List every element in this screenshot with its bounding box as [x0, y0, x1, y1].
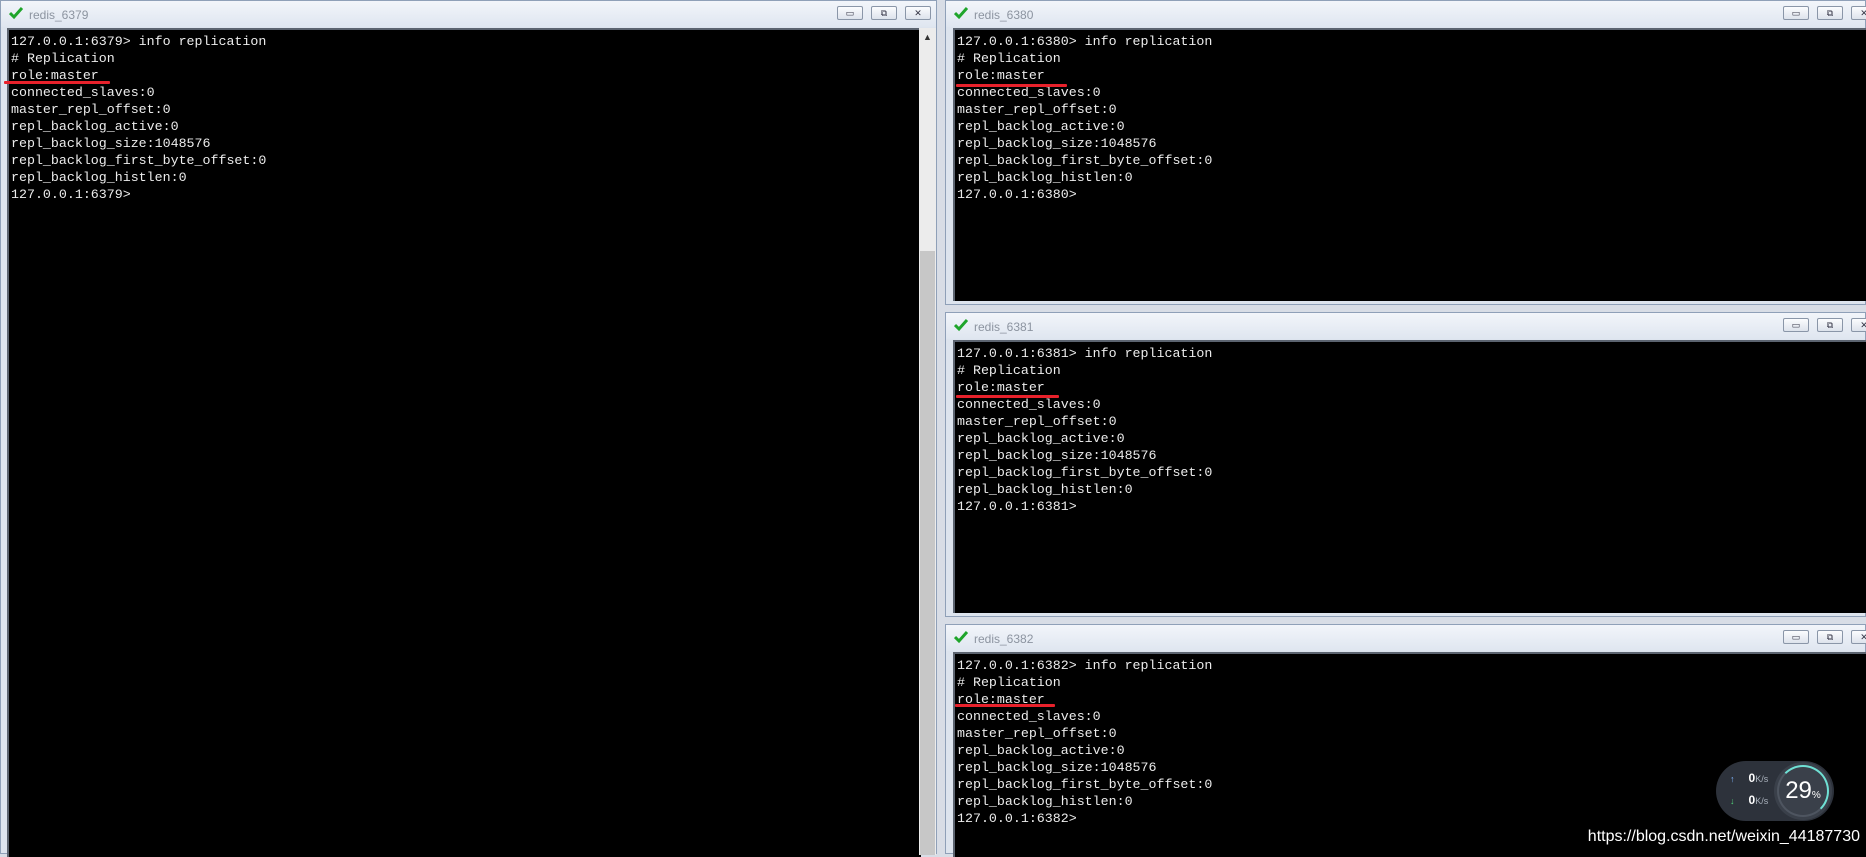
terminal-line: master_repl_offset:0 [11, 102, 171, 117]
window-titlebar[interactable]: redis_6380 ▭ ⧉ ✕ [946, 1, 1866, 27]
terminal-line: master_repl_offset:0 [957, 414, 1117, 429]
upload-arrow-icon: ↑ [1730, 774, 1735, 784]
scroll-up-arrow-icon[interactable]: ▲ [919, 28, 936, 46]
terminal-line: role:master [957, 68, 1045, 83]
download-unit: K/s [1755, 796, 1769, 806]
maximize-icon[interactable]: ⧉ [871, 6, 897, 20]
close-icon[interactable]: ✕ [1851, 318, 1866, 332]
terminal-line: 127.0.0.1:6379> info replication [11, 34, 267, 49]
red-underline-annotation [955, 704, 1055, 707]
terminal-line: repl_backlog_first_byte_offset:0 [957, 153, 1213, 168]
red-underline-annotation [956, 395, 1059, 398]
terminal-line: repl_backlog_histlen:0 [957, 482, 1133, 497]
terminal-line: connected_slaves:0 [957, 709, 1101, 724]
upload-speed: ↑ 0K/s [1730, 771, 1768, 785]
close-icon[interactable]: ✕ [1851, 630, 1866, 644]
maximize-icon[interactable]: ⧉ [1817, 6, 1843, 20]
minimize-icon[interactable]: ▭ [837, 6, 863, 20]
download-arrow-icon: ↓ [1730, 796, 1735, 806]
watermark-text: https://blog.csdn.net/weixin_44187730 [1587, 828, 1860, 845]
terminal-line: connected_slaves:0 [11, 85, 155, 100]
window-title: redis_6382 [974, 632, 1034, 646]
minimize-icon[interactable]: ▭ [1783, 318, 1809, 332]
terminal-line: repl_backlog_first_byte_offset:0 [11, 153, 267, 168]
terminal-output[interactable]: 127.0.0.1:6381> info replication # Repli… [953, 340, 1866, 613]
terminal-line: # Replication [957, 51, 1061, 66]
terminal-line: 127.0.0.1:6382> info replication [957, 658, 1213, 673]
green-check-icon [954, 7, 968, 20]
gauge-percent-unit: % [1811, 790, 1821, 801]
terminal-line: repl_backlog_histlen:0 [957, 170, 1133, 185]
terminal-line: 127.0.0.1:6380> [957, 187, 1077, 202]
window-titlebar[interactable]: redis_6381 ▭ ⧉ ✕ [946, 313, 1866, 339]
network-speed-widget[interactable]: ↑ 0K/s ↓ 0K/s 29% [1716, 761, 1834, 821]
window-title: redis_6379 [29, 8, 89, 22]
terminal-line: repl_backlog_size:1048576 [957, 448, 1157, 463]
close-icon[interactable]: ✕ [1851, 6, 1866, 20]
vertical-scrollbar[interactable]: ▲ [919, 28, 936, 855]
terminal-line: 127.0.0.1:6380> info replication [957, 34, 1213, 49]
terminal-line: repl_backlog_active:0 [957, 431, 1125, 446]
cpu-usage-gauge[interactable]: 29% [1774, 762, 1832, 820]
terminal-line: repl_backlog_size:1048576 [957, 136, 1157, 151]
terminal-line: # Replication [11, 51, 115, 66]
terminal-line: connected_slaves:0 [957, 397, 1101, 412]
terminal-line: # Replication [957, 675, 1061, 690]
terminal-line: repl_backlog_active:0 [957, 743, 1125, 758]
terminal-window-redis-6380[interactable]: redis_6380 ▭ ⧉ ✕ 127.0.0.1:6380> info re… [945, 0, 1866, 305]
terminal-line: master_repl_offset:0 [957, 102, 1117, 117]
minimize-icon[interactable]: ▭ [1783, 6, 1809, 20]
terminal-line: repl_backlog_size:1048576 [11, 136, 211, 151]
upload-unit: K/s [1755, 774, 1769, 784]
terminal-line: # Replication [957, 363, 1061, 378]
window-title: redis_6380 [974, 8, 1034, 22]
terminal-window-redis-6381[interactable]: redis_6381 ▭ ⧉ ✕ 127.0.0.1:6381> info re… [945, 312, 1866, 617]
close-icon[interactable]: ✕ [905, 6, 931, 20]
gauge-percent: 29 [1785, 777, 1812, 804]
window-titlebar[interactable]: redis_6382 ▭ ⧉ ✕ [946, 625, 1866, 651]
maximize-icon[interactable]: ⧉ [1817, 630, 1843, 644]
terminal-line: 127.0.0.1:6382> [957, 811, 1077, 826]
terminal-line: 127.0.0.1:6379> [11, 187, 131, 202]
terminal-output[interactable]: 127.0.0.1:6380> info replication # Repli… [953, 28, 1866, 301]
window-title: redis_6381 [974, 320, 1034, 334]
terminal-line: repl_backlog_first_byte_offset:0 [957, 777, 1213, 792]
terminal-line: repl_backlog_histlen:0 [957, 794, 1133, 809]
green-check-icon [9, 7, 23, 20]
terminal-line: repl_backlog_active:0 [957, 119, 1125, 134]
terminal-line: role:master [957, 380, 1045, 395]
maximize-icon[interactable]: ⧉ [1817, 318, 1843, 332]
terminal-window-redis-6382[interactable]: redis_6382 ▭ ⧉ ✕ 127.0.0.1:6382> info re… [945, 624, 1866, 857]
terminal-line: master_repl_offset:0 [957, 726, 1117, 741]
gauge-value: 29% [1774, 777, 1832, 805]
terminal-line: 127.0.0.1:6381> info replication [957, 346, 1213, 361]
terminal-output[interactable]: 127.0.0.1:6382> info replication # Repli… [953, 652, 1866, 857]
scrollbar-thumb[interactable] [920, 251, 935, 855]
terminal-line: repl_backlog_size:1048576 [957, 760, 1157, 775]
terminal-line: 127.0.0.1:6381> [957, 499, 1077, 514]
terminal-output[interactable]: 127.0.0.1:6379> info replication # Repli… [7, 28, 921, 857]
green-check-icon [954, 631, 968, 644]
window-titlebar[interactable]: redis_6379 ▭ ⧉ ✕ [1, 1, 936, 27]
download-speed: ↓ 0K/s [1730, 793, 1768, 807]
terminal-line: repl_backlog_first_byte_offset:0 [957, 465, 1213, 480]
terminal-line: repl_backlog_active:0 [11, 119, 179, 134]
red-underline-annotation [956, 84, 1067, 87]
terminal-line: repl_backlog_histlen:0 [11, 170, 187, 185]
terminal-window-redis-6379[interactable]: redis_6379 ▭ ⧉ ✕ 127.0.0.1:6379> info re… [0, 0, 937, 857]
red-underline-annotation [4, 81, 110, 84]
green-check-icon [954, 319, 968, 332]
minimize-icon[interactable]: ▭ [1783, 630, 1809, 644]
